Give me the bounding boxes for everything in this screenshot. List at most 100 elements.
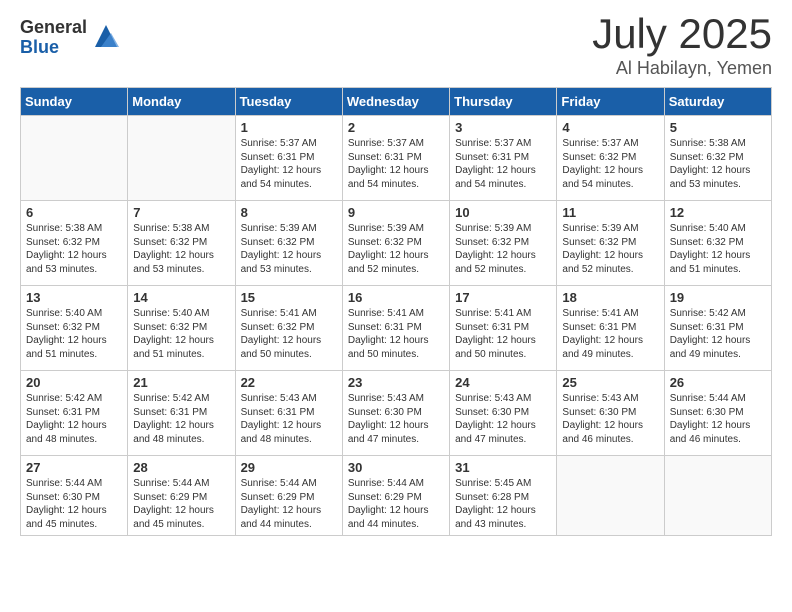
- calendar-cell: 14Sunrise: 5:40 AM Sunset: 6:32 PM Dayli…: [128, 286, 235, 371]
- day-number: 28: [133, 460, 229, 475]
- title-block: July 2025 Al Habilayn, Yemen: [592, 10, 772, 79]
- cell-info: Sunrise: 5:38 AM Sunset: 6:32 PM Dayligh…: [670, 137, 766, 191]
- cell-info: Sunrise: 5:43 AM Sunset: 6:30 PM Dayligh…: [348, 392, 444, 446]
- cell-info: Sunrise: 5:44 AM Sunset: 6:29 PM Dayligh…: [348, 477, 444, 531]
- cell-info: Sunrise: 5:42 AM Sunset: 6:31 PM Dayligh…: [26, 392, 122, 446]
- calendar-cell: 3 Sunrise: 5:37 AM Sunset: 6:31 PM Daylig…: [450, 116, 557, 201]
- day-number: 1: [241, 120, 337, 135]
- day-number: 22: [241, 375, 337, 390]
- cell-info: Sunrise: 5:44 AM Sunset: 6:30 PM Dayligh…: [26, 477, 122, 531]
- cell-info: Sunrise: 5:37 AM Sunset: 6:31 PM Dayligh…: [241, 137, 337, 191]
- day-number: 13: [26, 290, 122, 305]
- cell-info: Sunrise: 5:44 AM Sunset: 6:30 PM Dayligh…: [670, 392, 766, 446]
- day-number: 5: [670, 120, 766, 135]
- calendar-cell: [557, 456, 664, 536]
- calendar-cell: 31 Sunrise: 5:45 AM Sunset: 6:28 PM Dayli…: [450, 456, 557, 536]
- cell-info: Sunrise: 5:41 AM Sunset: 6:31 PM Dayligh…: [455, 307, 551, 361]
- day-number: 25: [562, 375, 658, 390]
- weekday-header: Friday: [557, 88, 664, 116]
- cell-info: Sunrise: 5:38 AM Sunset: 6:32 PM Dayligh…: [26, 222, 122, 276]
- weekday-header: Sunday: [21, 88, 128, 116]
- day-number: 8: [241, 205, 337, 220]
- cell-info: Sunrise: 5:37 AM Sunset: 6:31 PM Dayligh…: [348, 137, 444, 191]
- calendar-cell: 16Sunrise: 5:41 AM Sunset: 6:31 PM Dayli…: [342, 286, 449, 371]
- cell-info: Sunrise: 5:42 AM Sunset: 6:31 PM Dayligh…: [133, 392, 229, 446]
- calendar-cell: 7 Sunrise: 5:38 AM Sunset: 6:32 PM Daylig…: [128, 201, 235, 286]
- calendar-week-row: 20 Sunrise: 5:42 AM Sunset: 6:31 PM Dayli…: [21, 371, 772, 456]
- weekday-header-row: SundayMondayTuesdayWednesdayThursdayFrid…: [21, 88, 772, 116]
- page-header: General Blue July 2025 Al Habilayn, Yeme…: [20, 10, 772, 79]
- calendar-cell: 22 Sunrise: 5:43 AM Sunset: 6:31 PM Dayli…: [235, 371, 342, 456]
- day-number: 26: [670, 375, 766, 390]
- day-number: 30: [348, 460, 444, 475]
- day-number: 14: [133, 290, 229, 305]
- calendar-cell: 19Sunrise: 5:42 AM Sunset: 6:31 PM Dayli…: [664, 286, 771, 371]
- day-number: 2: [348, 120, 444, 135]
- cell-info: Sunrise: 5:39 AM Sunset: 6:32 PM Dayligh…: [562, 222, 658, 276]
- calendar-cell: 23 Sunrise: 5:43 AM Sunset: 6:30 PM Dayli…: [342, 371, 449, 456]
- cell-info: Sunrise: 5:41 AM Sunset: 6:32 PM Dayligh…: [241, 307, 337, 361]
- day-number: 20: [26, 375, 122, 390]
- logo: General Blue: [20, 18, 121, 58]
- day-number: 31: [455, 460, 551, 475]
- calendar-cell: 6 Sunrise: 5:38 AM Sunset: 6:32 PM Daylig…: [21, 201, 128, 286]
- weekday-header: Wednesday: [342, 88, 449, 116]
- logo-blue: Blue: [20, 38, 87, 58]
- calendar-cell: 25Sunrise: 5:43 AM Sunset: 6:30 PM Dayli…: [557, 371, 664, 456]
- calendar-cell: 12Sunrise: 5:40 AM Sunset: 6:32 PM Dayli…: [664, 201, 771, 286]
- calendar-table: SundayMondayTuesdayWednesdayThursdayFrid…: [20, 87, 772, 536]
- cell-info: Sunrise: 5:44 AM Sunset: 6:29 PM Dayligh…: [241, 477, 337, 531]
- cell-info: Sunrise: 5:37 AM Sunset: 6:32 PM Dayligh…: [562, 137, 658, 191]
- cell-info: Sunrise: 5:45 AM Sunset: 6:28 PM Dayligh…: [455, 477, 551, 531]
- cell-info: Sunrise: 5:40 AM Sunset: 6:32 PM Dayligh…: [26, 307, 122, 361]
- day-number: 12: [670, 205, 766, 220]
- calendar-cell: 10 Sunrise: 5:39 AM Sunset: 6:32 PM Dayli…: [450, 201, 557, 286]
- calendar-week-row: 6 Sunrise: 5:38 AM Sunset: 6:32 PM Daylig…: [21, 201, 772, 286]
- calendar-cell: 29Sunrise: 5:44 AM Sunset: 6:29 PM Dayli…: [235, 456, 342, 536]
- cell-info: Sunrise: 5:37 AM Sunset: 6:31 PM Dayligh…: [455, 137, 551, 191]
- day-number: 27: [26, 460, 122, 475]
- calendar-cell: 21 Sunrise: 5:42 AM Sunset: 6:31 PM Dayli…: [128, 371, 235, 456]
- day-number: 16: [348, 290, 444, 305]
- calendar-cell: 4 Sunrise: 5:37 AM Sunset: 6:32 PM Daylig…: [557, 116, 664, 201]
- day-number: 23: [348, 375, 444, 390]
- weekday-header: Monday: [128, 88, 235, 116]
- day-number: 3: [455, 120, 551, 135]
- day-number: 17: [455, 290, 551, 305]
- calendar-cell: 1 Sunrise: 5:37 AM Sunset: 6:31 PM Daylig…: [235, 116, 342, 201]
- day-number: 7: [133, 205, 229, 220]
- calendar-week-row: 27 Sunrise: 5:44 AM Sunset: 6:30 PM Dayli…: [21, 456, 772, 536]
- day-number: 10: [455, 205, 551, 220]
- cell-info: Sunrise: 5:44 AM Sunset: 6:29 PM Dayligh…: [133, 477, 229, 531]
- day-number: 11: [562, 205, 658, 220]
- calendar-cell: 26 Sunrise: 5:44 AM Sunset: 6:30 PM Dayli…: [664, 371, 771, 456]
- calendar-cell: 27 Sunrise: 5:44 AM Sunset: 6:30 PM Dayli…: [21, 456, 128, 536]
- calendar-cell: [664, 456, 771, 536]
- cell-info: Sunrise: 5:39 AM Sunset: 6:32 PM Dayligh…: [241, 222, 337, 276]
- day-number: 6: [26, 205, 122, 220]
- calendar-week-row: 1 Sunrise: 5:37 AM Sunset: 6:31 PM Daylig…: [21, 116, 772, 201]
- cell-info: Sunrise: 5:39 AM Sunset: 6:32 PM Dayligh…: [455, 222, 551, 276]
- calendar-cell: 17 Sunrise: 5:41 AM Sunset: 6:31 PM Dayli…: [450, 286, 557, 371]
- calendar-cell: 8 Sunrise: 5:39 AM Sunset: 6:32 PM Daylig…: [235, 201, 342, 286]
- cell-info: Sunrise: 5:43 AM Sunset: 6:30 PM Dayligh…: [455, 392, 551, 446]
- calendar-cell: 24 Sunrise: 5:43 AM Sunset: 6:30 PM Dayli…: [450, 371, 557, 456]
- day-number: 15: [241, 290, 337, 305]
- calendar-cell: 28 Sunrise: 5:44 AM Sunset: 6:29 PM Dayli…: [128, 456, 235, 536]
- calendar-cell: 13 Sunrise: 5:40 AM Sunset: 6:32 PM Dayli…: [21, 286, 128, 371]
- location-title: Al Habilayn, Yemen: [592, 58, 772, 79]
- calendar-cell: 2 Sunrise: 5:37 AM Sunset: 6:31 PM Daylig…: [342, 116, 449, 201]
- weekday-header: Tuesday: [235, 88, 342, 116]
- cell-info: Sunrise: 5:41 AM Sunset: 6:31 PM Dayligh…: [562, 307, 658, 361]
- day-number: 21: [133, 375, 229, 390]
- weekday-header: Thursday: [450, 88, 557, 116]
- cell-info: Sunrise: 5:38 AM Sunset: 6:32 PM Dayligh…: [133, 222, 229, 276]
- logo-icon: [91, 21, 121, 51]
- logo-general: General: [20, 18, 87, 38]
- day-number: 4: [562, 120, 658, 135]
- calendar-week-row: 13 Sunrise: 5:40 AM Sunset: 6:32 PM Dayli…: [21, 286, 772, 371]
- month-title: July 2025: [592, 10, 772, 58]
- cell-info: Sunrise: 5:43 AM Sunset: 6:31 PM Dayligh…: [241, 392, 337, 446]
- day-number: 24: [455, 375, 551, 390]
- cell-info: Sunrise: 5:39 AM Sunset: 6:32 PM Dayligh…: [348, 222, 444, 276]
